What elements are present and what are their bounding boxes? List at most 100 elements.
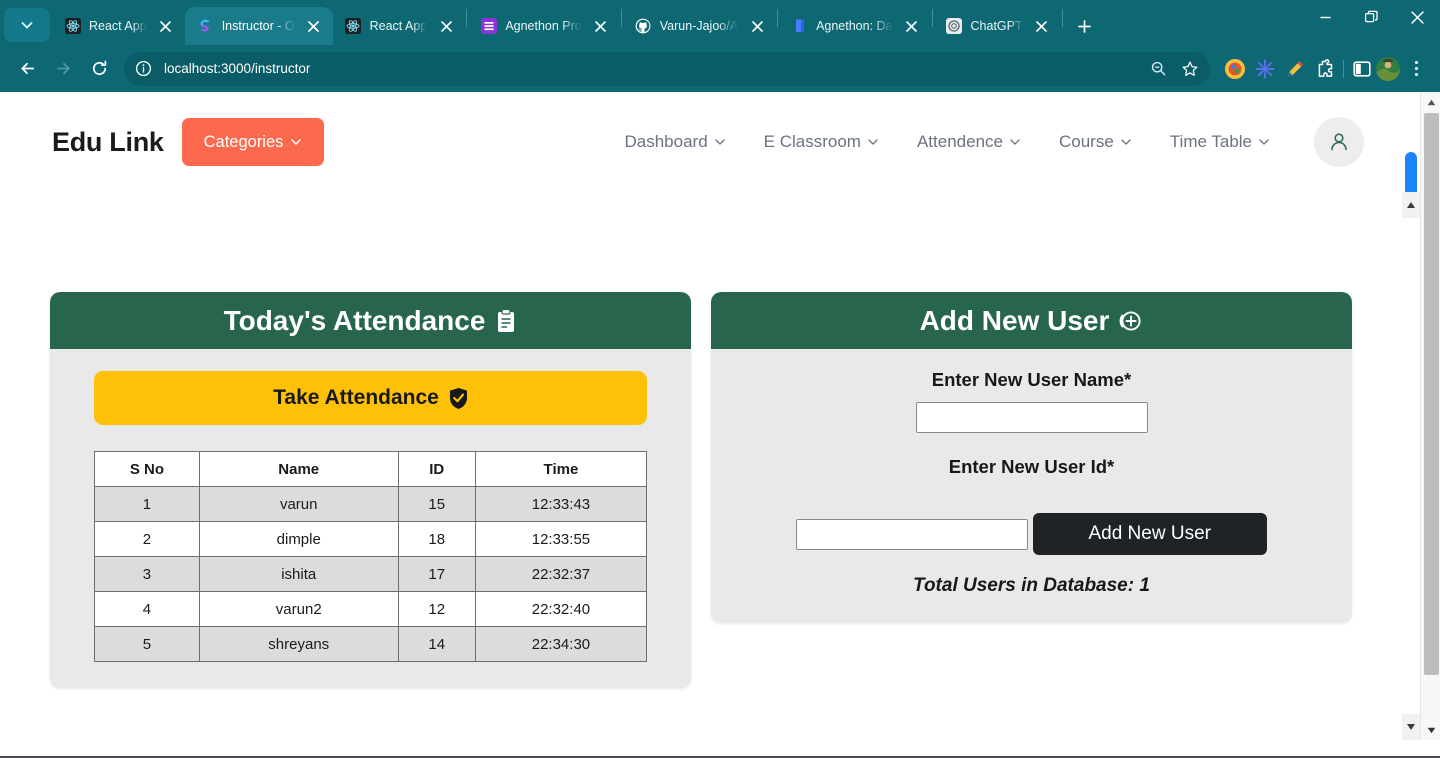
maximize-button[interactable] [1348, 0, 1394, 34]
tab-close-button[interactable] [901, 15, 923, 37]
categories-button[interactable]: Categories [181, 118, 325, 166]
extension-star-icon[interactable] [1253, 57, 1277, 81]
page-scrollbar[interactable] [1402, 92, 1420, 740]
chevron-down-icon [21, 22, 33, 29]
nav-label: Dashboard [624, 132, 708, 151]
tab-close-button[interactable] [746, 15, 768, 37]
table-row[interactable]: 5 shreyans 14 22:34:30 [94, 626, 648, 662]
categories-label: Categories [203, 132, 284, 151]
blue-doc-icon [791, 18, 808, 35]
tab-close-button[interactable] [590, 15, 612, 37]
browser-scrollbar-down-button[interactable] [1421, 720, 1440, 740]
tab-search-button[interactable] [4, 8, 50, 42]
tab-close-button[interactable] [155, 15, 177, 37]
table-row[interactable]: 2 dimple 18 12:33:55 [94, 521, 648, 557]
address-bar[interactable]: localhost:3000/instructor [124, 51, 1210, 86]
chevron-up-icon [1407, 202, 1415, 208]
address-bar-actions [1144, 55, 1204, 83]
forward-button[interactable] [46, 52, 80, 86]
chevron-down-icon [1121, 139, 1131, 145]
forward-arrow-icon [56, 62, 70, 75]
nav-item-dashboard[interactable]: Dashboard [624, 132, 725, 152]
page-scrollbar-up-button[interactable] [1402, 192, 1420, 218]
tab-react-app-2[interactable]: React App [333, 7, 466, 45]
column-header-sno[interactable]: S No [94, 451, 200, 487]
new-tab-button[interactable] [1070, 11, 1100, 41]
minimize-button[interactable] [1302, 0, 1348, 34]
tab-title: React App [89, 19, 147, 33]
nav-item-time-table[interactable]: Time Table [1170, 132, 1270, 152]
clipboard-icon [498, 308, 515, 332]
puzzle-piece-icon[interactable] [1313, 57, 1337, 81]
cell-id: 17 [397, 556, 476, 592]
account-avatar[interactable] [1314, 117, 1364, 167]
tab-chatgpt[interactable]: ChatGPT [934, 7, 1061, 45]
extension-color-icon[interactable] [1223, 57, 1247, 81]
close-icon [160, 20, 171, 32]
tab-react-app-1[interactable]: React App [52, 7, 185, 45]
column-header-id[interactable]: ID [397, 451, 476, 487]
kebab-menu-icon[interactable] [1402, 54, 1430, 84]
side-panel-icon[interactable] [1350, 57, 1374, 81]
take-attendance-button[interactable]: Take Attendance [94, 371, 647, 425]
browser-scrollbar-up-button[interactable] [1421, 92, 1440, 112]
github-icon [635, 18, 652, 35]
cell-id: 18 [397, 521, 476, 557]
cell-name: dimple [198, 521, 399, 557]
tab-close-button[interactable] [303, 15, 325, 37]
main-navigation: Dashboard E Classroom Attendence Course … [624, 132, 1314, 152]
cell-name: varun2 [198, 591, 399, 627]
chevron-down-icon [291, 139, 302, 145]
nav-item-attendence[interactable]: Attendence [917, 132, 1021, 152]
search-icon[interactable] [1144, 55, 1172, 83]
tab-agnethon-dashboard[interactable]: Agnethon: Da [779, 7, 930, 45]
tab-close-button[interactable] [1031, 15, 1053, 37]
tab-close-button[interactable] [435, 15, 457, 37]
new-user-name-input[interactable] [915, 402, 1148, 433]
add-new-user-submit-button[interactable]: Add New User [1032, 513, 1267, 555]
nav-item-e-classroom[interactable]: E Classroom [764, 132, 879, 152]
new-user-id-input[interactable] [796, 518, 1029, 550]
new-user-id-label: Enter New User Id* [948, 456, 1115, 477]
table-row[interactable]: 3 ishita 17 22:32:37 [94, 556, 648, 592]
plus-circle-icon [1120, 310, 1141, 331]
cell-id: 12 [397, 591, 476, 627]
browser-scrollbar-thumb[interactable] [1424, 113, 1439, 675]
chevron-down-icon [715, 139, 725, 145]
attendance-card-body: Take Attendance S No Name ID Time 1 varu… [50, 349, 691, 688]
back-button[interactable] [10, 52, 44, 86]
openai-icon [946, 18, 963, 35]
nav-label: Time Table [1169, 132, 1252, 151]
close-icon [308, 20, 320, 32]
page-scrollbar-down-button[interactable] [1402, 714, 1420, 740]
plus-icon [1078, 19, 1091, 33]
site-header: Edu Link Categories Dashboard E Classroo… [0, 92, 1402, 192]
close-icon [1036, 20, 1047, 32]
tab-instructor[interactable]: Instructor - O [184, 7, 333, 45]
column-header-time[interactable]: Time [474, 451, 648, 487]
table-row[interactable]: 4 varun2 12 22:32:40 [94, 591, 648, 627]
browser-toolbar: localhost:3000/instructor [0, 45, 1440, 92]
cell-sno: 4 [94, 591, 200, 627]
info-circle-icon[interactable] [130, 56, 156, 82]
bookmark-star-icon[interactable] [1176, 55, 1204, 83]
column-header-name[interactable]: Name [198, 451, 399, 487]
chevron-down-icon [868, 139, 878, 145]
eyedropper-icon[interactable] [1283, 57, 1307, 81]
tab-title: ChatGPT [970, 19, 1023, 33]
react-icon [64, 18, 81, 35]
site-logo[interactable]: Edu Link [52, 127, 164, 158]
profile-avatar[interactable] [1376, 56, 1400, 81]
browser-scrollbar[interactable] [1420, 92, 1440, 740]
close-window-button[interactable] [1394, 0, 1440, 34]
chevron-down-icon [1407, 724, 1415, 730]
tab-agnethon-project[interactable]: Agnethon Pro [468, 7, 619, 45]
nav-item-course[interactable]: Course [1059, 132, 1132, 152]
table-row[interactable]: 1 varun 15 12:33:43 [94, 486, 648, 522]
cell-id: 15 [397, 486, 476, 522]
tab-title: Instructor - O [221, 19, 295, 33]
reload-button[interactable] [82, 52, 116, 86]
add-user-form: Enter New User Name* Enter New User Id* … [711, 349, 1352, 623]
tab-github-varun-jajoo[interactable]: Varun-Jajoo/A [623, 7, 776, 45]
person-icon [1331, 133, 1347, 151]
